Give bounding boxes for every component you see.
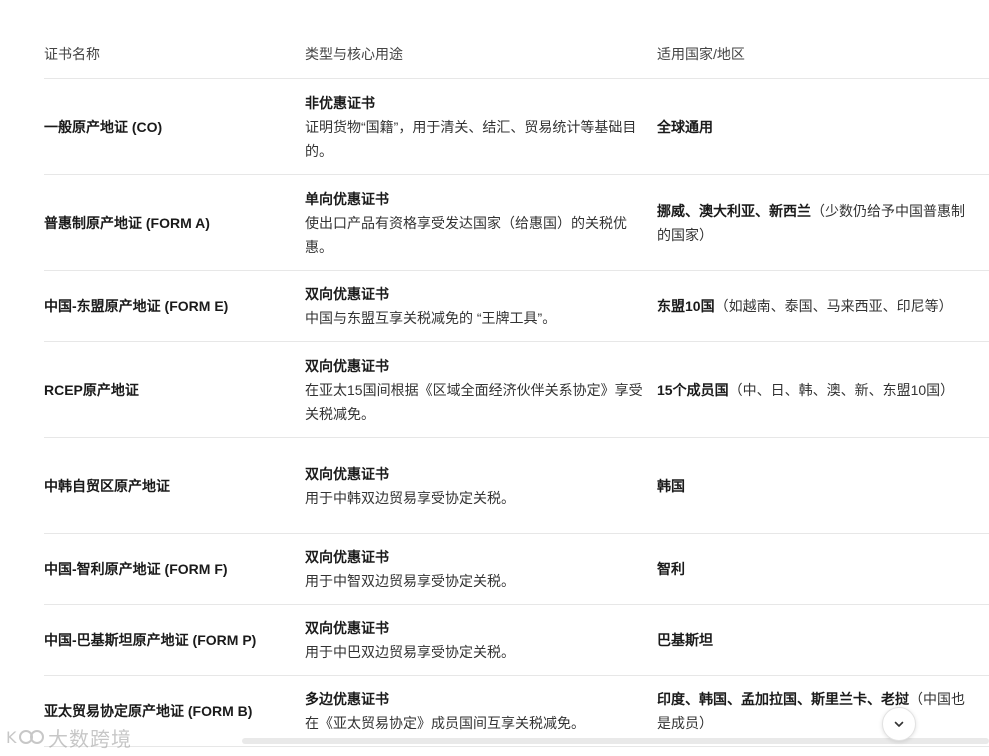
type-title: 双向优惠证书	[305, 620, 389, 636]
table-row: 中韩自贸区原产地证 双向优惠证书 用于中韩双边贸易享受协定关税。 韩国	[44, 438, 989, 534]
countries-main: 韩国	[657, 477, 685, 494]
type-description: 用于中巴双边贸易享受协定关税。	[305, 644, 515, 660]
countries-main: 东盟10国	[657, 298, 715, 314]
countries-cell: 智利	[657, 557, 989, 581]
type-title: 双向优惠证书	[305, 286, 389, 302]
certificate-name: 中国-东盟原产地证 (FORM E)	[44, 298, 229, 314]
table-row: 普惠制原产地证 (FORM A) 单向优惠证书使出口产品有资格享受发达国家（给惠国…	[44, 175, 989, 271]
table-row: 中国-巴基斯坦原产地证 (FORM P) 双向优惠证书用于中巴双边贸易享受协定关税…	[44, 605, 989, 676]
type-purpose-cell: 双向优惠证书用于中韩双边贸易享受协定关税。	[305, 462, 657, 510]
type-description: 用于中韩双边贸易享受协定关税。	[305, 489, 515, 506]
certificate-name: 中国-智利原产地证 (FORM F)	[44, 561, 228, 577]
watermark: K 大数跨境	[6, 724, 132, 751]
type-purpose-cell: 双向优惠证书中国与东盟互享关税减免的 “王牌工具”。	[305, 282, 657, 330]
type-title: 多边优惠证书	[305, 691, 389, 707]
page: 证书名称 类型与核心用途 适用国家/地区 一般原产地证 (CO) 非优惠证书证明货…	[0, 0, 989, 756]
countries-cell: 挪威、澳大利亚、新西兰（少数仍给予中国普惠制的国家）	[657, 199, 989, 247]
table-row: 亚太贸易协定原产地证 (FORM B) 多边优惠证书在《亚太贸易协定》成员国间互享…	[44, 676, 989, 747]
countries-cell: 东盟10国（如越南、泰国、马来西亚、印尼等）	[657, 294, 989, 318]
header-countries: 适用国家/地区	[657, 46, 745, 62]
certificate-name: 普惠制原产地证 (FORM A)	[44, 214, 210, 231]
type-description: 使出口产品有资格享受发达国家（给惠国）的关税优惠。	[305, 214, 627, 255]
countries-main: 全球通用	[657, 118, 713, 135]
countries-note: （如越南、泰国、马来西亚、印尼等）	[714, 298, 953, 314]
countries-cell: 印度、韩国、孟加拉国、斯里兰卡、老挝（中国也是成员）	[657, 687, 989, 735]
type-description: 用于中智双边贸易享受协定关税。	[305, 573, 515, 589]
certificate-name: 亚太贸易协定原产地证 (FORM B)	[44, 703, 253, 719]
svg-text:K: K	[6, 728, 17, 747]
header-type-purpose: 类型与核心用途	[305, 46, 403, 62]
type-description: 在《亚太贸易协定》成员国间互享关税减免。	[305, 715, 585, 731]
scroll-down-button[interactable]	[882, 707, 916, 741]
type-title: 双向优惠证书	[305, 465, 389, 482]
table-row: RCEP原产地证 双向优惠证书在亚太15国间根据《区域全面经济伙伴关系协定》享受关…	[44, 342, 989, 438]
type-title: 双向优惠证书	[305, 357, 389, 374]
certificate-name: RCEP原产地证	[44, 381, 139, 398]
countries-main: 印度、韩国、孟加拉国、斯里兰卡、老挝	[657, 691, 909, 707]
type-purpose-cell: 双向优惠证书在亚太15国间根据《区域全面经济伙伴关系协定》享受关税减免。	[305, 354, 657, 426]
horizontal-scrollbar[interactable]	[242, 738, 989, 744]
header-certificate-name: 证书名称	[44, 46, 100, 62]
countries-cell: 全球通用	[657, 115, 989, 139]
countries-cell: 15个成员国（中、日、韩、澳、新、东盟10国）	[657, 378, 989, 402]
certificate-name: 中韩自贸区原产地证	[44, 477, 170, 494]
certificate-name: 一般原产地证 (CO)	[44, 118, 163, 135]
type-description: 在亚太15国间根据《区域全面经济伙伴关系协定》享受关税减免。	[305, 381, 643, 422]
table-row: 中国-东盟原产地证 (FORM E) 双向优惠证书中国与东盟互享关税减免的 “王牌…	[44, 271, 989, 342]
table-row: 中国-智利原产地证 (FORM F) 双向优惠证书 用于中智双边贸易享受协定关税。智…	[44, 534, 989, 605]
type-title: 非优惠证书	[305, 94, 375, 111]
type-title: 双向优惠证书	[305, 549, 389, 565]
chevron-down-icon	[894, 721, 904, 727]
countries-cell: 巴基斯坦	[657, 628, 989, 652]
type-description: 证明货物“国籍”，用于清关、结汇、贸易统计等基础目的。	[305, 118, 637, 159]
table-row: 一般原产地证 (CO) 非优惠证书证明货物“国籍”，用于清关、结汇、贸易统计等基础…	[44, 79, 989, 175]
type-description: 中国与东盟互享关税减免的 “王牌工具”。	[305, 310, 557, 326]
logo-icon: K	[6, 728, 44, 747]
countries-note: （中、日、韩、澳、新、东盟10国）	[728, 381, 955, 398]
type-purpose-cell: 双向优惠证书用于中智双边贸易享受协定关税。	[305, 545, 657, 593]
type-purpose-cell: 非优惠证书证明货物“国籍”，用于清关、结汇、贸易统计等基础目的。	[305, 91, 657, 163]
countries-main: 智利	[657, 561, 685, 577]
type-purpose-cell: 双向优惠证书用于中巴双边贸易享受协定关税。	[305, 616, 657, 664]
countries-main: 巴基斯坦	[657, 632, 713, 648]
certificate-name: 中国-巴基斯坦原产地证 (FORM P)	[44, 632, 257, 648]
type-title: 单向优惠证书	[305, 190, 389, 207]
certificate-table: 证书名称 类型与核心用途 适用国家/地区 一般原产地证 (CO) 非优惠证书证明货…	[44, 30, 989, 747]
countries-main: 挪威、澳大利亚、新西兰	[657, 202, 811, 219]
table-header: 证书名称 类型与核心用途 适用国家/地区	[44, 30, 989, 79]
table-body: 一般原产地证 (CO) 非优惠证书证明货物“国籍”，用于清关、结汇、贸易统计等基础…	[44, 79, 989, 747]
type-purpose-cell: 单向优惠证书使出口产品有资格享受发达国家（给惠国）的关税优惠。	[305, 187, 657, 259]
countries-cell: 韩国	[657, 474, 989, 498]
watermark-text: 大数跨境	[48, 726, 132, 751]
type-purpose-cell: 多边优惠证书在《亚太贸易协定》成员国间互享关税减免。	[305, 687, 657, 735]
countries-main: 15个成员国	[657, 381, 729, 398]
